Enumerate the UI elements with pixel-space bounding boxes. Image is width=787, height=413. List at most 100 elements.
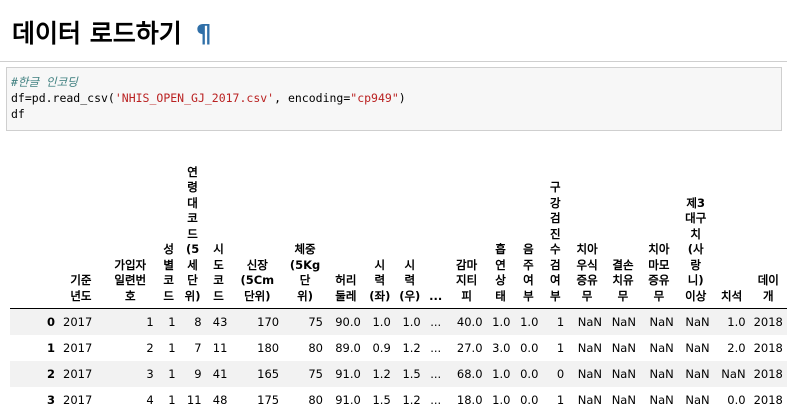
column-header-label: ...	[429, 288, 443, 303]
table-cell: NaN	[606, 387, 640, 413]
column-header: 감마 지티 피	[446, 160, 487, 309]
table-cell: 2018	[749, 361, 787, 387]
table-cell: 11	[179, 387, 206, 413]
column-header: 데이 개	[749, 160, 787, 309]
column-header: 기준 년도	[59, 160, 103, 309]
column-header-label: 데이 개	[757, 273, 779, 303]
dataframe-table: 기준 년도 가입자 일련번 호 성별 코드 연 령 대 코 드 (5 세 단 위) 시 …	[10, 160, 787, 413]
column-header-label: 치아 우식 증유 무	[576, 242, 598, 303]
anchor-link-icon[interactable]: ¶	[196, 19, 212, 48]
table-cell: 75	[283, 361, 327, 387]
table-cell: 2017	[59, 387, 103, 413]
column-header-label: 허리 둘레	[335, 273, 357, 303]
table-cell: 0.0	[514, 335, 543, 361]
table-cell: 1.2	[364, 361, 395, 387]
section-heading: 데이터 로드하기 ¶	[12, 14, 212, 54]
column-header-label: 결손 치유 무	[612, 257, 634, 303]
table-cell: ...	[424, 361, 447, 387]
table-cell: 2018	[749, 335, 787, 361]
column-header: 치아 우식 증유 무	[568, 160, 607, 309]
table-cell: NaN	[606, 335, 640, 361]
table-header-row: 기준 년도 가입자 일련번 호 성별 코드 연 령 대 코 드 (5 세 단 위) 시 …	[10, 160, 787, 309]
column-header: 결손 치유 무	[606, 160, 640, 309]
table-cell: 11	[205, 335, 232, 361]
table-cell: 2.0	[713, 335, 750, 361]
code-editor[interactable]: #한글 인코딩 df=pd.read_csv('NHIS_OPEN_GJ_201…	[11, 74, 406, 122]
table-cell: 1	[102, 308, 158, 335]
column-header-label: 연 령 대 코 드 (5 세 단 위)	[184, 164, 201, 303]
column-header: 체중 (5Kg 단 위)	[283, 160, 327, 309]
column-header: 치아 마모 증유 무	[639, 160, 678, 309]
table-row: 1 2017 2 1 7 11 180 80 89.0 0.9 1.2... 27.0 3.0 0.0 1 N…	[10, 335, 787, 361]
table-cell: 91.0	[326, 361, 365, 387]
heading-title: 데이터 로드하기	[12, 19, 182, 48]
column-header: 신장 (5Cm 단위)	[231, 160, 284, 309]
column-header: 성별 코드	[157, 160, 180, 309]
code-line-df: df	[11, 107, 25, 121]
code-call-mid: , encoding=	[274, 91, 351, 105]
code-cell[interactable]: #한글 인코딩 df=pd.read_csv('NHIS_OPEN_GJ_201…	[6, 67, 782, 131]
table-cell: 0.0	[514, 387, 543, 413]
column-header-label: 시 력 (좌)	[369, 257, 391, 303]
table-cell: NaN	[713, 361, 750, 387]
table-cell: 175	[231, 387, 284, 413]
table-cell: 1	[157, 361, 180, 387]
column-header: 시 도 코 드	[205, 160, 232, 309]
table-cell: NaN	[639, 387, 678, 413]
table-cell: 1.0	[486, 361, 515, 387]
table-cell: NaN	[639, 361, 678, 387]
column-header-label: 치아 마모 증유 무	[648, 242, 670, 303]
table-cell: NaN	[606, 361, 640, 387]
table-cell: 68.0	[446, 361, 487, 387]
column-header: 시 력 (좌)	[364, 160, 395, 309]
table-cell: 91.0	[326, 387, 365, 413]
table-cell: 170	[231, 308, 284, 335]
table-cell: NaN	[677, 308, 714, 335]
column-header	[10, 160, 60, 309]
table-cell: 1.0	[486, 387, 515, 413]
row-index: 2	[10, 361, 60, 387]
table-cell: 1	[157, 308, 180, 335]
table-cell: NaN	[568, 335, 607, 361]
table-cell: 80	[283, 335, 327, 361]
table-cell: 1	[542, 335, 569, 361]
table-cell: 0	[542, 361, 569, 387]
column-header: 시 력 (우)	[394, 160, 425, 309]
table-cell: NaN	[639, 335, 678, 361]
table-cell: 8	[179, 308, 206, 335]
table-cell: 2018	[749, 308, 787, 335]
code-call-suffix: )	[398, 91, 406, 105]
table-cell: 4	[102, 387, 158, 413]
column-header-label: 제3 대구 치 (사 랑 니) 이상	[685, 195, 707, 303]
column-header-label: 음 주 여 부	[523, 242, 534, 303]
table-cell: 18.0	[446, 387, 487, 413]
table-cell: 7	[179, 335, 206, 361]
table-cell: 90.0	[326, 308, 365, 335]
table-cell: 1.0	[486, 308, 515, 335]
column-header: 치석	[713, 160, 750, 309]
table-cell: 2017	[59, 361, 103, 387]
code-call-prefix: df=pd.read_csv(	[11, 91, 115, 105]
table-cell: 1	[542, 387, 569, 413]
table-cell: 1.0	[364, 308, 395, 335]
table-cell: 9	[179, 361, 206, 387]
column-header-label: 구 강 검 진 수 검 여 부	[550, 180, 561, 303]
row-index: 0	[10, 308, 60, 335]
table-row: 3 2017 4 1 11 48 175 80 91.0 1.5 1.2... 18.0 1.0 0.0 1…	[10, 387, 787, 413]
column-header: 가입자 일련번 호	[102, 160, 158, 309]
table-cell: 1.5	[394, 361, 425, 387]
column-header-label: 시 력 (우)	[399, 257, 421, 303]
column-header: 허리 둘레	[326, 160, 365, 309]
table-cell: 1.5	[364, 387, 395, 413]
table-cell: 43	[205, 308, 232, 335]
table-cell: ...	[424, 308, 447, 335]
divider	[0, 61, 787, 62]
table-cell: 1	[157, 387, 180, 413]
table-cell: 1.0	[394, 308, 425, 335]
column-header: 음 주 여 부	[514, 160, 543, 309]
table-cell: 3.0	[486, 335, 515, 361]
table-cell: 180	[231, 335, 284, 361]
table-cell: NaN	[568, 361, 607, 387]
table-cell: 41	[205, 361, 232, 387]
table-cell: 48	[205, 387, 232, 413]
